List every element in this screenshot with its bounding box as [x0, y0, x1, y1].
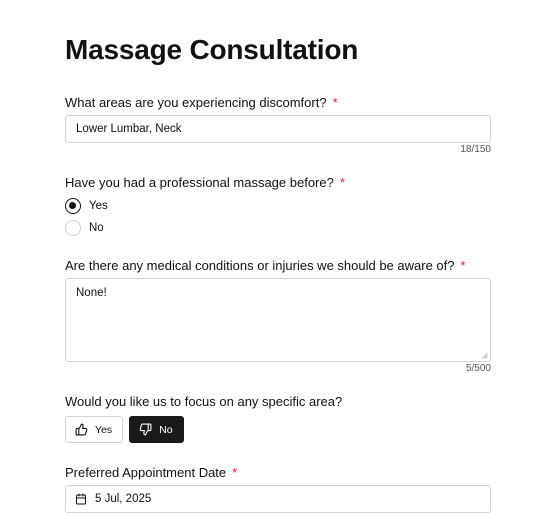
- thumbs-down-icon: [139, 423, 152, 436]
- radio-button-no[interactable]: [65, 220, 81, 236]
- discomfort-char-counter: 18/150: [460, 144, 491, 155]
- radio-option-yes[interactable]: Yes: [65, 198, 108, 214]
- required-mark: *: [460, 258, 466, 273]
- appointment-date-question-text: Preferred Appointment Date: [65, 465, 227, 480]
- medical-conditions-question-text: Are there any medical conditions or inju…: [65, 258, 455, 273]
- radio-option-no[interactable]: No: [65, 220, 104, 236]
- focus-yes-label: Yes: [95, 423, 113, 436]
- discomfort-question-text: What areas are you experiencing discomfo…: [65, 95, 327, 110]
- medical-conditions-question-label: Are there any medical conditions or inju…: [65, 258, 466, 274]
- radio-label-no: No: [89, 222, 104, 234]
- resize-handle-icon[interactable]: [482, 353, 488, 359]
- appointment-date-picker[interactable]: 5 Jul, 2025: [65, 485, 491, 513]
- focus-yes-button[interactable]: Yes: [65, 416, 124, 443]
- page-title: Massage Consultation: [65, 34, 359, 65]
- radio-label-yes: Yes: [89, 200, 108, 212]
- appointment-date-value: 5 Jul, 2025: [95, 493, 152, 505]
- prior-massage-question-label: Have you had a professional massage befo…: [65, 175, 345, 191]
- appointment-date-question-label: Preferred Appointment Date *: [65, 465, 237, 481]
- focus-area-question-label: Would you like us to focus on any specif…: [65, 394, 342, 410]
- discomfort-areas-input[interactable]: Lower Lumbar, Neck: [65, 115, 491, 143]
- focus-no-button[interactable]: No: [129, 416, 184, 443]
- required-mark: *: [339, 175, 345, 190]
- medical-conditions-char-counter: 5/500: [465, 363, 491, 374]
- medical-conditions-textarea[interactable]: None!: [65, 278, 491, 362]
- focus-area-question-text: Would you like us to focus on any specif…: [65, 394, 343, 409]
- focus-area-toggle-group: Yes No: [65, 416, 184, 443]
- medical-conditions-value: None!: [76, 287, 107, 299]
- required-mark: *: [332, 95, 338, 110]
- calendar-icon: [76, 493, 86, 505]
- discomfort-question-label: What areas are you experiencing discomfo…: [65, 95, 338, 111]
- thumbs-up-icon: [75, 423, 88, 436]
- radio-button-yes[interactable]: [65, 198, 81, 214]
- focus-no-label: No: [159, 423, 173, 436]
- discomfort-areas-value: Lower Lumbar, Neck: [76, 123, 182, 135]
- prior-massage-question-text: Have you had a professional massage befo…: [65, 175, 334, 190]
- required-mark: *: [232, 465, 238, 480]
